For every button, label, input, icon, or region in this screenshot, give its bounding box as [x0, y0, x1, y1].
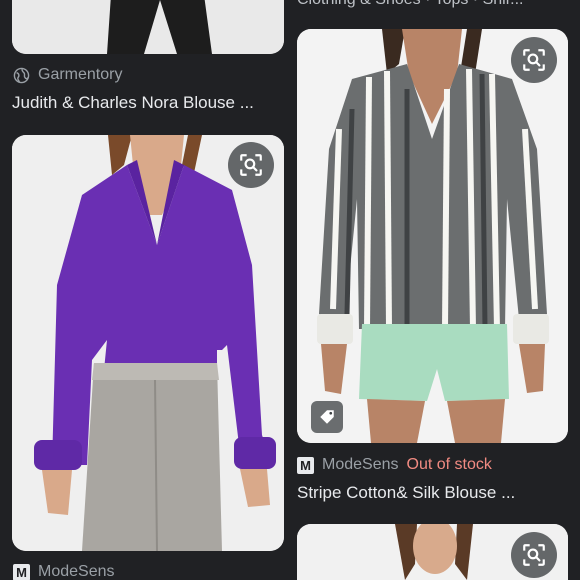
source-row-modesens[interactable]: M ModeSens Out of stock	[297, 456, 492, 474]
category-breadcrumb[interactable]: Clothing & Shoes · Tops · Shir...	[297, 0, 523, 9]
striped-blouse-illustration	[297, 29, 568, 443]
lens-search-button[interactable]	[228, 142, 274, 188]
lens-search-icon	[240, 154, 262, 176]
price-tag-icon	[320, 410, 334, 424]
source-name: ModeSens	[38, 563, 115, 580]
product-image-purple-blouse[interactable]	[12, 135, 284, 551]
price-tag-button[interactable]	[311, 401, 343, 433]
source-name: ModeSens	[322, 456, 399, 473]
source-name: Garmentory	[38, 66, 123, 83]
product-title[interactable]: Stripe Cotton& Silk Blouse ...	[297, 483, 569, 503]
product-title[interactable]: Judith & Charles Nora Blouse ...	[12, 93, 284, 113]
lens-search-icon	[523, 49, 545, 71]
product-image-black-pants[interactable]	[12, 0, 284, 54]
lens-search-button[interactable]	[511, 532, 557, 578]
source-row-garmentory[interactable]: Garmentory	[13, 66, 122, 84]
modesens-logo-icon: M	[297, 456, 314, 474]
breadcrumb-text: Clothing & Shoes · Tops · Shir...	[297, 0, 523, 9]
lens-search-icon	[523, 544, 545, 566]
globe-icon	[13, 67, 30, 83]
purple-blouse-illustration	[12, 135, 284, 551]
product-image-striped-blouse[interactable]	[297, 29, 568, 443]
lens-search-button[interactable]	[511, 37, 557, 83]
source-row-modesens[interactable]: M ModeSens	[13, 563, 115, 580]
black-pants-illustration	[12, 0, 284, 54]
modesens-logo-icon: M	[13, 563, 30, 580]
stock-status: Out of stock	[406, 456, 492, 473]
